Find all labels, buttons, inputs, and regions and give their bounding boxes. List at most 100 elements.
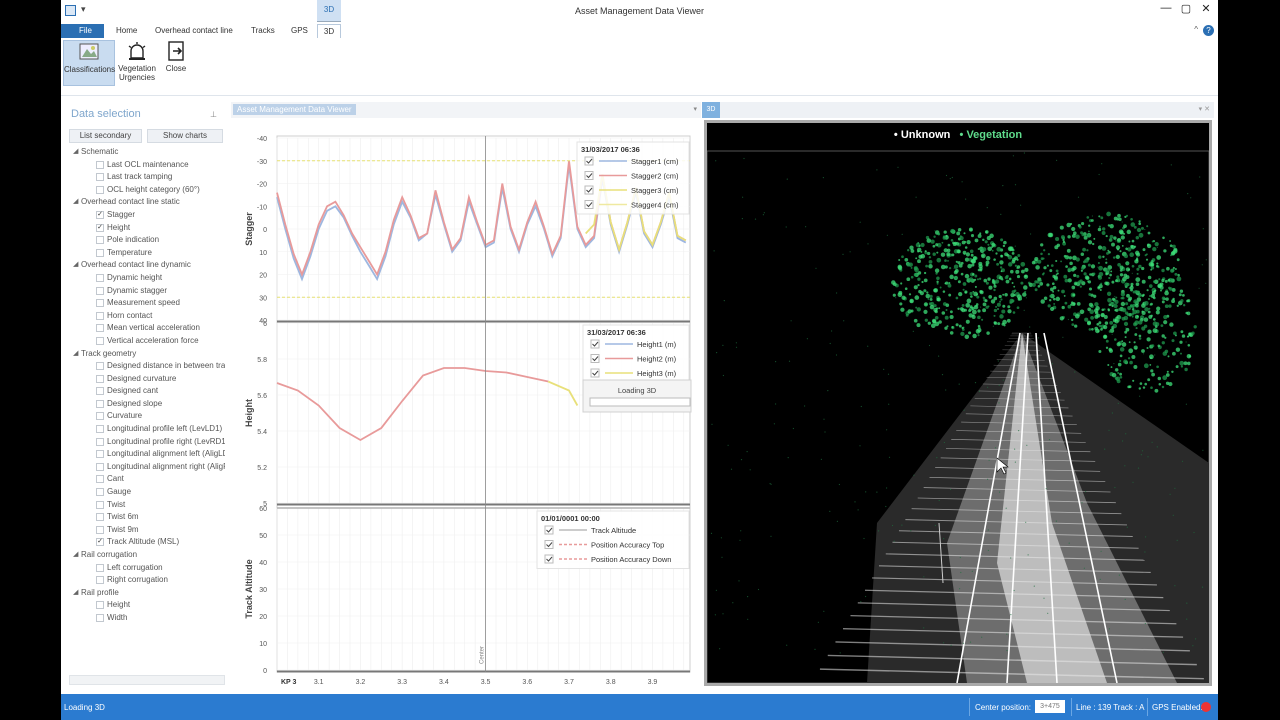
tree-item[interactable]: Mean vertical acceleration: [65, 322, 225, 335]
tree-item[interactable]: Vertical acceleration force: [65, 335, 225, 348]
tree-item-checkbox[interactable]: [96, 513, 104, 522]
tree-item[interactable]: Designed distance in between tra: [65, 360, 225, 373]
view-3d-panel-controls[interactable]: ▾ ✕: [1199, 105, 1210, 113]
tree-item-checkbox[interactable]: [96, 500, 104, 509]
tree-item[interactable]: ✓ Height: [65, 222, 225, 235]
tree-item[interactable]: Measurement speed: [65, 297, 225, 310]
tree-item-checkbox[interactable]: [96, 601, 104, 610]
help-icon[interactable]: ?: [1203, 25, 1214, 36]
show-charts-button[interactable]: Show charts: [147, 129, 223, 143]
minimize-button[interactable]: —: [1157, 2, 1175, 18]
tree-item[interactable]: Temperature: [65, 247, 225, 260]
expand-arrow-icon[interactable]: ◢: [73, 348, 78, 361]
tree-item[interactable]: Designed cant: [65, 385, 225, 398]
close-3d-button[interactable]: Close: [161, 40, 191, 86]
point-cloud-viewport[interactable]: • Unknown • Vegetation: [704, 120, 1212, 686]
tab-gps[interactable]: GPS: [287, 24, 312, 38]
tree-item[interactable]: Left corrugation: [65, 562, 225, 575]
expand-arrow-icon[interactable]: ◢: [73, 196, 78, 209]
view-3d-tab[interactable]: 3D: [702, 102, 720, 118]
point-cloud-canvas[interactable]: [707, 123, 1209, 683]
legend-checkbox[interactable]: [584, 156, 594, 166]
tree-item[interactable]: Height: [65, 599, 225, 612]
legend-checkbox[interactable]: [544, 525, 554, 535]
tree-item-checkbox[interactable]: [96, 488, 104, 497]
tree-item-checkbox[interactable]: [96, 450, 104, 459]
tree-item-checkbox[interactable]: [96, 412, 104, 421]
tree-item[interactable]: Gauge: [65, 486, 225, 499]
legend-checkbox[interactable]: [590, 354, 600, 363]
tree-item[interactable]: ✓ Stagger: [65, 209, 225, 222]
tree-item-checkbox[interactable]: [96, 425, 104, 434]
classifications-button[interactable]: Classifications: [63, 40, 115, 86]
tree-group[interactable]: ◢ Rail corrugation: [65, 549, 225, 562]
tree-group[interactable]: ◢ Rail profile: [65, 587, 225, 600]
tree-group[interactable]: ◢ Schematic: [65, 146, 225, 159]
center-position-input[interactable]: 3+475: [1035, 700, 1065, 713]
tree-item[interactable]: Cant: [65, 473, 225, 486]
tree-item-checkbox[interactable]: [96, 362, 104, 371]
charts-svg[interactable]: -40 -30 -20 -10 0 10 20 30 40 Stagger 6 5.8 5.6 5.4 5.…: [231, 118, 701, 687]
gps-status-indicator[interactable]: [1201, 702, 1211, 712]
legend-checkbox[interactable]: [544, 554, 554, 564]
tree-horizontal-scrollbar[interactable]: [69, 675, 225, 685]
tree-item-checkbox[interactable]: [96, 336, 104, 345]
tree-item[interactable]: Twist 6m: [65, 511, 225, 524]
maximize-button[interactable]: ▢: [1177, 2, 1195, 18]
legend-checkbox[interactable]: [544, 540, 554, 549]
tree-item-checkbox[interactable]: ✓: [96, 538, 104, 547]
close-window-button[interactable]: ✕: [1197, 2, 1215, 18]
vegetation-urgencies-button[interactable]: Vegetation Urgencies: [117, 40, 157, 86]
tree-item[interactable]: Longitudinal profile right (LevRD1): [65, 436, 225, 449]
expand-arrow-icon[interactable]: ◢: [73, 587, 78, 600]
tree-item[interactable]: Designed slope: [65, 398, 225, 411]
tree-group[interactable]: ◢ Track geometry: [65, 348, 225, 361]
legend-checkbox[interactable]: [584, 200, 594, 209]
collapse-ribbon-icon[interactable]: ^: [1194, 25, 1198, 34]
tree-item[interactable]: Longitudinal alignment right (AligR: [65, 461, 225, 474]
tree-item[interactable]: Dynamic height: [65, 272, 225, 285]
tree-item-checkbox[interactable]: [96, 387, 104, 396]
tree-item-checkbox[interactable]: [96, 563, 104, 572]
pin-icon[interactable]: ⊥: [210, 110, 217, 119]
tree-item-checkbox[interactable]: [96, 286, 104, 295]
panel-menu-chevron-icon[interactable]: ▾: [693, 105, 697, 113]
list-secondary-button[interactable]: List secondary: [69, 129, 142, 143]
expand-arrow-icon[interactable]: ◢: [73, 259, 78, 272]
tree-item[interactable]: OCL height category (60°): [65, 184, 225, 197]
tree-item[interactable]: Twist 9m: [65, 524, 225, 537]
tree-item-checkbox[interactable]: [96, 160, 104, 169]
tree-item-checkbox[interactable]: [96, 399, 104, 408]
legend-checkbox[interactable]: [590, 368, 600, 378]
tree-item[interactable]: Last track tamping: [65, 171, 225, 184]
tree-item-checkbox[interactable]: [96, 273, 104, 282]
tree-item-checkbox[interactable]: [96, 576, 104, 585]
tree-item-checkbox[interactable]: [96, 374, 104, 383]
tree-item-checkbox[interactable]: [96, 525, 104, 534]
expand-arrow-icon[interactable]: ◢: [73, 549, 78, 562]
tree-item-checkbox[interactable]: ✓: [96, 210, 104, 219]
tree-item-checkbox[interactable]: [96, 299, 104, 308]
legend-checkbox[interactable]: [584, 171, 594, 180]
tree-item-checkbox[interactable]: ✓: [96, 223, 104, 232]
tree-item-checkbox[interactable]: [96, 236, 104, 245]
tab-3d[interactable]: 3D: [317, 24, 341, 38]
tab-file[interactable]: File: [61, 24, 104, 38]
legend-checkbox[interactable]: [584, 185, 594, 195]
tree-item-checkbox[interactable]: [96, 462, 104, 471]
tree-item[interactable]: Longitudinal alignment left (AligLD: [65, 448, 225, 461]
tree-item[interactable]: Longitudinal profile left (LevLD1): [65, 423, 225, 436]
expand-arrow-icon[interactable]: ◢: [73, 146, 78, 159]
tree-item[interactable]: Pole indication: [65, 234, 225, 247]
tree-item-checkbox[interactable]: [96, 475, 104, 484]
tree-item[interactable]: Twist: [65, 499, 225, 512]
tab-tracks[interactable]: Tracks: [247, 24, 279, 38]
tree-item-checkbox[interactable]: [96, 324, 104, 333]
legend-checkbox[interactable]: [590, 339, 600, 349]
tree-item[interactable]: Dynamic stagger: [65, 285, 225, 298]
tree-item-checkbox[interactable]: [96, 311, 104, 320]
tab-overhead-contact-line[interactable]: Overhead contact line: [151, 24, 237, 38]
tree-item-checkbox[interactable]: [96, 173, 104, 182]
tree-group[interactable]: ◢ Overhead contact line static: [65, 196, 225, 209]
tree-item[interactable]: Width: [65, 612, 225, 625]
